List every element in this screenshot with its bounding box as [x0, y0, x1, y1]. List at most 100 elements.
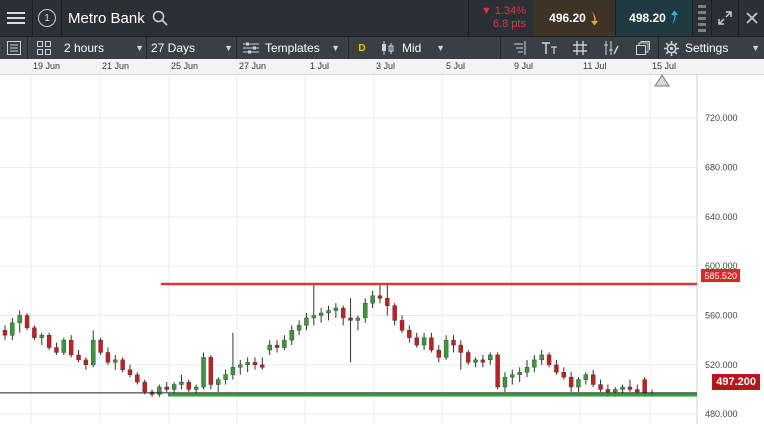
instrument-search[interactable]: Metro Bank — [62, 0, 468, 36]
candle-body — [289, 330, 294, 341]
drawing-tools-icon — [604, 41, 619, 55]
candle-body — [458, 344, 464, 353]
candle-body — [377, 295, 383, 299]
candlestick-chart[interactable]: 720.000680.000640.000600.000560.000520.0… — [0, 75, 764, 424]
date-label: 9 Jul — [514, 61, 534, 71]
candle-body — [120, 359, 125, 370]
candle-body — [341, 307, 346, 319]
date-label: 5 Jul — [446, 61, 466, 71]
candle-body — [524, 367, 530, 373]
candle-body — [105, 352, 111, 363]
candle-body — [311, 315, 316, 319]
candle-body — [421, 337, 427, 346]
chevron-down-icon: ▼ — [436, 43, 445, 53]
candle-body — [326, 310, 331, 314]
candle-body — [282, 339, 287, 348]
text-tool-button[interactable] — [540, 37, 560, 59]
candle-body — [480, 359, 486, 363]
d-badge-button[interactable]: D — [356, 37, 368, 59]
grip-icon — [698, 5, 706, 32]
candle-body — [39, 335, 44, 338]
indicators-icon — [514, 41, 526, 55]
candle-body — [510, 374, 515, 378]
candle-body — [179, 381, 184, 385]
candle-body — [399, 320, 405, 331]
grid-layout-icon — [37, 41, 51, 55]
price-change: ▼ 1.34% 6.8 pts — [469, 0, 532, 36]
candle-body — [385, 298, 390, 306]
scroll-to-end-icon[interactable] — [654, 73, 670, 87]
date-label: 25 Jun — [171, 61, 199, 71]
candle-body — [613, 389, 618, 393]
candle-body — [407, 330, 412, 338]
close-button[interactable] — [739, 0, 764, 36]
candle-body — [590, 374, 596, 385]
candle-body — [267, 344, 272, 351]
menu-button[interactable] — [0, 0, 32, 36]
period-select[interactable]: 27 Days ▼ — [151, 37, 233, 59]
candle-body — [488, 354, 493, 361]
current-price-label: 497.200 — [712, 374, 760, 390]
info-badge: 1 — [38, 9, 56, 27]
candle-body — [635, 389, 640, 393]
candle-body — [348, 317, 353, 321]
layout-list-button[interactable] — [4, 37, 24, 59]
settings-label: Settings — [685, 41, 729, 55]
instrument-name: Metro Bank — [68, 9, 145, 27]
candle-body — [17, 315, 22, 324]
candle-body — [576, 379, 581, 388]
change-percent: ▼ 1.34% — [480, 5, 526, 17]
top-bar: 1 Metro Bank ▼ 1.34% 6.8 pts 496.20 498.… — [0, 0, 764, 36]
candle-body — [296, 325, 302, 331]
buy-price: 498.20 — [629, 11, 666, 25]
price-type-select[interactable]: Mid ▼ — [381, 37, 445, 59]
sell-price: 496.20 — [549, 11, 586, 25]
settings-select[interactable]: Settings ▼ — [664, 37, 760, 59]
candle-body — [10, 322, 15, 336]
layers-icon — [636, 41, 650, 55]
candle-body — [171, 384, 177, 390]
candle-body — [370, 295, 375, 304]
candle-body — [333, 307, 339, 311]
date-axis: 19 Jun 21 Jun 25 Jun 27 Jun 1 Jul 3 Jul … — [0, 59, 764, 75]
candle-body — [451, 339, 456, 346]
candle-body — [642, 379, 647, 395]
candle-body — [54, 347, 59, 353]
hamburger-icon — [7, 12, 25, 24]
candle-body — [502, 376, 508, 388]
price-chart[interactable]: 720.000 680.000 640.000 600.000 560.000 520.0… — [0, 75, 764, 424]
candle-body — [495, 354, 500, 388]
chevron-down-icon: ▼ — [331, 43, 340, 53]
price-tick-label: 520.000 — [705, 360, 738, 370]
templates-select[interactable]: Templates ▼ — [243, 37, 340, 59]
gear-icon — [664, 40, 679, 56]
resize-handle[interactable] — [693, 0, 711, 36]
candle-body — [46, 335, 52, 348]
date-label: 27 Jun — [239, 61, 267, 71]
candles-icon — [382, 41, 394, 55]
expand-button[interactable] — [712, 0, 738, 36]
chart-type-button[interactable] — [36, 37, 52, 59]
candle-body — [318, 312, 324, 316]
buy-price-button[interactable]: 498.20 — [616, 0, 692, 36]
drawing-tools-button[interactable] — [601, 37, 621, 59]
candle-body — [627, 386, 633, 390]
interval-select[interactable]: 2 hours ▼ — [64, 37, 144, 59]
candle-body — [517, 372, 522, 375]
candle-body — [193, 386, 199, 390]
candle-body — [473, 359, 478, 363]
candle-body — [98, 339, 103, 353]
info-badge-button[interactable]: 1 — [33, 0, 61, 36]
candle-body — [142, 381, 147, 393]
text-icon — [542, 42, 557, 54]
candle-body — [164, 386, 169, 390]
sell-price-button[interactable]: 496.20 — [533, 0, 615, 36]
candle-body — [113, 359, 118, 363]
candle-body — [443, 339, 449, 358]
candle-body — [539, 354, 544, 361]
candle-body — [414, 337, 419, 346]
indicators-button[interactable] — [510, 37, 528, 59]
candle-body — [605, 389, 611, 393]
grid-toggle-button[interactable] — [570, 37, 590, 59]
layers-button[interactable] — [633, 37, 653, 59]
